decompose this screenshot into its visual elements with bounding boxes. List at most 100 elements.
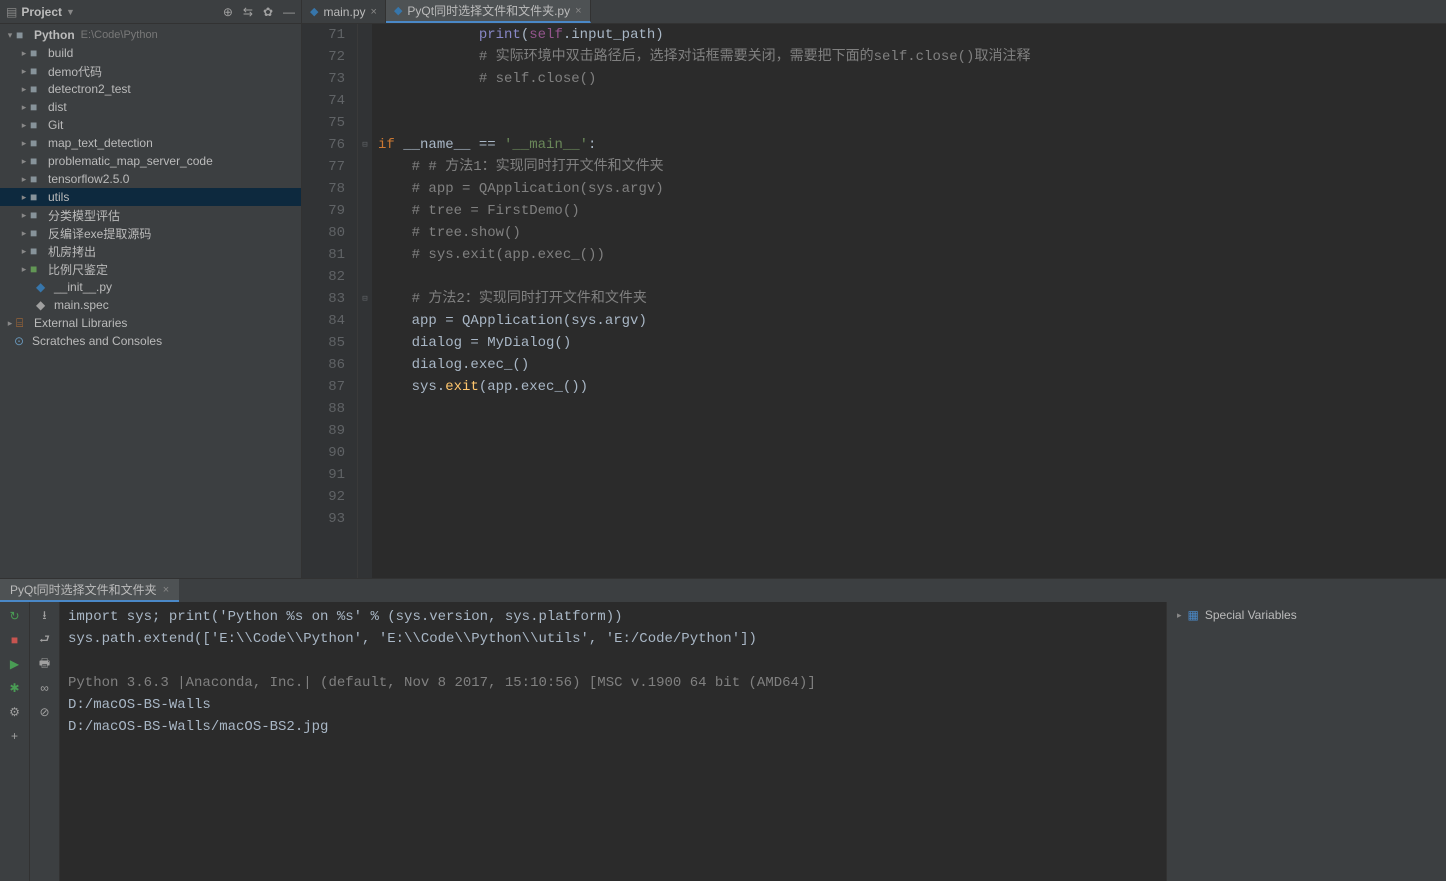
code-line[interactable]: sys.exit(app.exec_()) xyxy=(378,376,1446,398)
code-line[interactable] xyxy=(378,508,1446,530)
line-number[interactable]: 79 xyxy=(302,200,345,222)
fold-marker[interactable] xyxy=(358,200,372,222)
code-line[interactable] xyxy=(378,266,1446,288)
line-number[interactable]: 72 xyxy=(302,46,345,68)
code-content[interactable]: print(self.input_path) # 实际环境中双击路径后，选择对话… xyxy=(372,24,1446,578)
fold-marker[interactable] xyxy=(358,442,372,464)
fold-marker[interactable] xyxy=(358,332,372,354)
settings-icon[interactable]: ⚙ xyxy=(7,704,23,720)
tree-folder[interactable]: ▸ ■ 比例尺鉴定 xyxy=(0,260,301,278)
fold-marker[interactable] xyxy=(358,156,372,178)
gutter[interactable]: 7172737475▶76777879808182838485868788899… xyxy=(302,24,358,578)
code-line[interactable] xyxy=(378,486,1446,508)
clear-icon[interactable]: ⊘ xyxy=(37,704,53,720)
tree-folder[interactable]: ▸ ■ demo代码 xyxy=(0,62,301,80)
chevron-right-icon[interactable]: ▸ xyxy=(18,138,30,149)
fold-column[interactable]: ⊟⊟ xyxy=(358,24,372,578)
tree-folder[interactable]: ▸ ■ dist xyxy=(0,98,301,116)
gear-icon[interactable]: ✿ xyxy=(263,5,273,19)
expand-icon[interactable]: ⇆ xyxy=(243,5,253,19)
code-line[interactable]: # 实际环境中双击路径后，选择对话框需要关闭，需要把下面的self.close(… xyxy=(378,46,1446,68)
line-number[interactable]: 85 xyxy=(302,332,345,354)
fold-marker[interactable] xyxy=(358,222,372,244)
tree-folder[interactable]: ▸ ■ detectron2_test xyxy=(0,80,301,98)
line-number[interactable]: 78 xyxy=(302,178,345,200)
line-number[interactable]: 83 xyxy=(302,288,345,310)
chevron-right-icon[interactable]: ▸ xyxy=(18,66,30,77)
fold-marker[interactable] xyxy=(358,376,372,398)
line-number[interactable]: 82 xyxy=(302,266,345,288)
chevron-right-icon[interactable]: ▸ xyxy=(18,156,30,167)
chevron-right-icon[interactable]: ▸ xyxy=(18,120,30,131)
tree-folder[interactable]: ▸ ■ tensorflow2.5.0 xyxy=(0,170,301,188)
fold-marker[interactable] xyxy=(358,266,372,288)
rerun-icon[interactable]: ↻ xyxy=(7,608,23,624)
chevron-right-icon[interactable]: ▸ xyxy=(18,264,30,275)
code-line[interactable]: # app = QApplication(sys.argv) xyxy=(378,178,1446,200)
tree-file[interactable]: ◆ main.spec xyxy=(0,296,301,314)
fold-marker[interactable] xyxy=(358,178,372,200)
code-line[interactable]: # sys.exit(app.exec_()) xyxy=(378,244,1446,266)
editor-tab[interactable]: ◆ PyQt同时选择文件和文件夹.py × xyxy=(386,0,591,23)
run-icon[interactable]: ▶ xyxy=(7,656,23,672)
chevron-right-icon[interactable]: ▸ xyxy=(18,102,30,113)
code-line[interactable]: dialog = MyDialog() xyxy=(378,332,1446,354)
fold-marker[interactable]: ⊟ xyxy=(358,288,372,310)
fold-marker[interactable] xyxy=(358,24,372,46)
close-icon[interactable]: × xyxy=(163,584,169,596)
project-tree[interactable]: ▾ ■ Python E:\Code\Python ▸ ■ build ▸ ■ … xyxy=(0,24,301,578)
line-number[interactable]: 92 xyxy=(302,486,345,508)
chevron-right-icon[interactable]: ▸ xyxy=(4,318,16,329)
line-number[interactable]: 87 xyxy=(302,376,345,398)
line-number[interactable]: 71 xyxy=(302,24,345,46)
external-libraries[interactable]: ▸ ⌸ External Libraries xyxy=(0,314,301,332)
code-line[interactable] xyxy=(378,112,1446,134)
line-number[interactable]: 91 xyxy=(302,464,345,486)
chevron-right-icon[interactable]: ▸ xyxy=(18,192,30,203)
line-number[interactable]: 77 xyxy=(302,156,345,178)
chevron-right-icon[interactable]: ▸ xyxy=(18,228,30,239)
fold-marker[interactable] xyxy=(358,508,372,530)
line-number[interactable]: 89 xyxy=(302,420,345,442)
fold-marker[interactable] xyxy=(358,464,372,486)
line-number[interactable]: 73 xyxy=(302,68,345,90)
tree-root[interactable]: ▾ ■ Python E:\Code\Python xyxy=(0,26,301,44)
code-line[interactable]: # # 方法1：实现同时打开文件和文件夹 xyxy=(378,156,1446,178)
debug-icon[interactable]: ✱ xyxy=(7,680,23,696)
fold-marker[interactable] xyxy=(358,90,372,112)
tree-folder[interactable]: ▸ ■ build xyxy=(0,44,301,62)
code-line[interactable]: # tree = FirstDemo() xyxy=(378,200,1446,222)
fold-marker[interactable] xyxy=(358,486,372,508)
line-number[interactable]: 74 xyxy=(302,90,345,112)
add-icon[interactable]: + xyxy=(7,728,23,744)
scroll-icon[interactable]: ⭳ xyxy=(37,608,53,624)
tree-folder[interactable]: ▸ ■ 分类模型评估 xyxy=(0,206,301,224)
tree-file[interactable]: ◆ __init__.py xyxy=(0,278,301,296)
collapse-icon[interactable]: — xyxy=(283,5,295,19)
fold-marker[interactable]: ⊟ xyxy=(358,134,372,156)
code-line[interactable] xyxy=(378,420,1446,442)
tree-folder[interactable]: ▸ ■ problematic_map_server_code xyxy=(0,152,301,170)
chevron-right-icon[interactable]: ▸ xyxy=(18,48,30,59)
line-number[interactable]: 75 xyxy=(302,112,345,134)
print-icon[interactable]: 🖶 xyxy=(37,656,53,672)
code-line[interactable]: # 方法2：实现同时打开文件和文件夹 xyxy=(378,288,1446,310)
fold-marker[interactable] xyxy=(358,398,372,420)
tree-folder[interactable]: ▸ ■ utils xyxy=(0,188,301,206)
line-number[interactable]: ▶76 xyxy=(302,134,345,156)
code-line[interactable] xyxy=(378,442,1446,464)
code-line[interactable]: dialog.exec_() xyxy=(378,354,1446,376)
line-number[interactable]: 80 xyxy=(302,222,345,244)
chevron-right-icon[interactable]: ▸ xyxy=(18,210,30,221)
code-area[interactable]: 7172737475▶76777879808182838485868788899… xyxy=(302,24,1446,578)
scratches-and-consoles[interactable]: ⊙ Scratches and Consoles xyxy=(0,332,301,350)
code-line[interactable] xyxy=(378,398,1446,420)
code-line[interactable]: # self.close() xyxy=(378,68,1446,90)
chevron-right-icon[interactable]: ▸ xyxy=(18,84,30,95)
fold-marker[interactable] xyxy=(358,68,372,90)
fold-marker[interactable] xyxy=(358,354,372,376)
code-line[interactable]: # tree.show() xyxy=(378,222,1446,244)
tree-folder[interactable]: ▸ ■ 反编译exe提取源码 xyxy=(0,224,301,242)
fold-marker[interactable] xyxy=(358,46,372,68)
history-icon[interactable]: ∞ xyxy=(37,680,53,696)
